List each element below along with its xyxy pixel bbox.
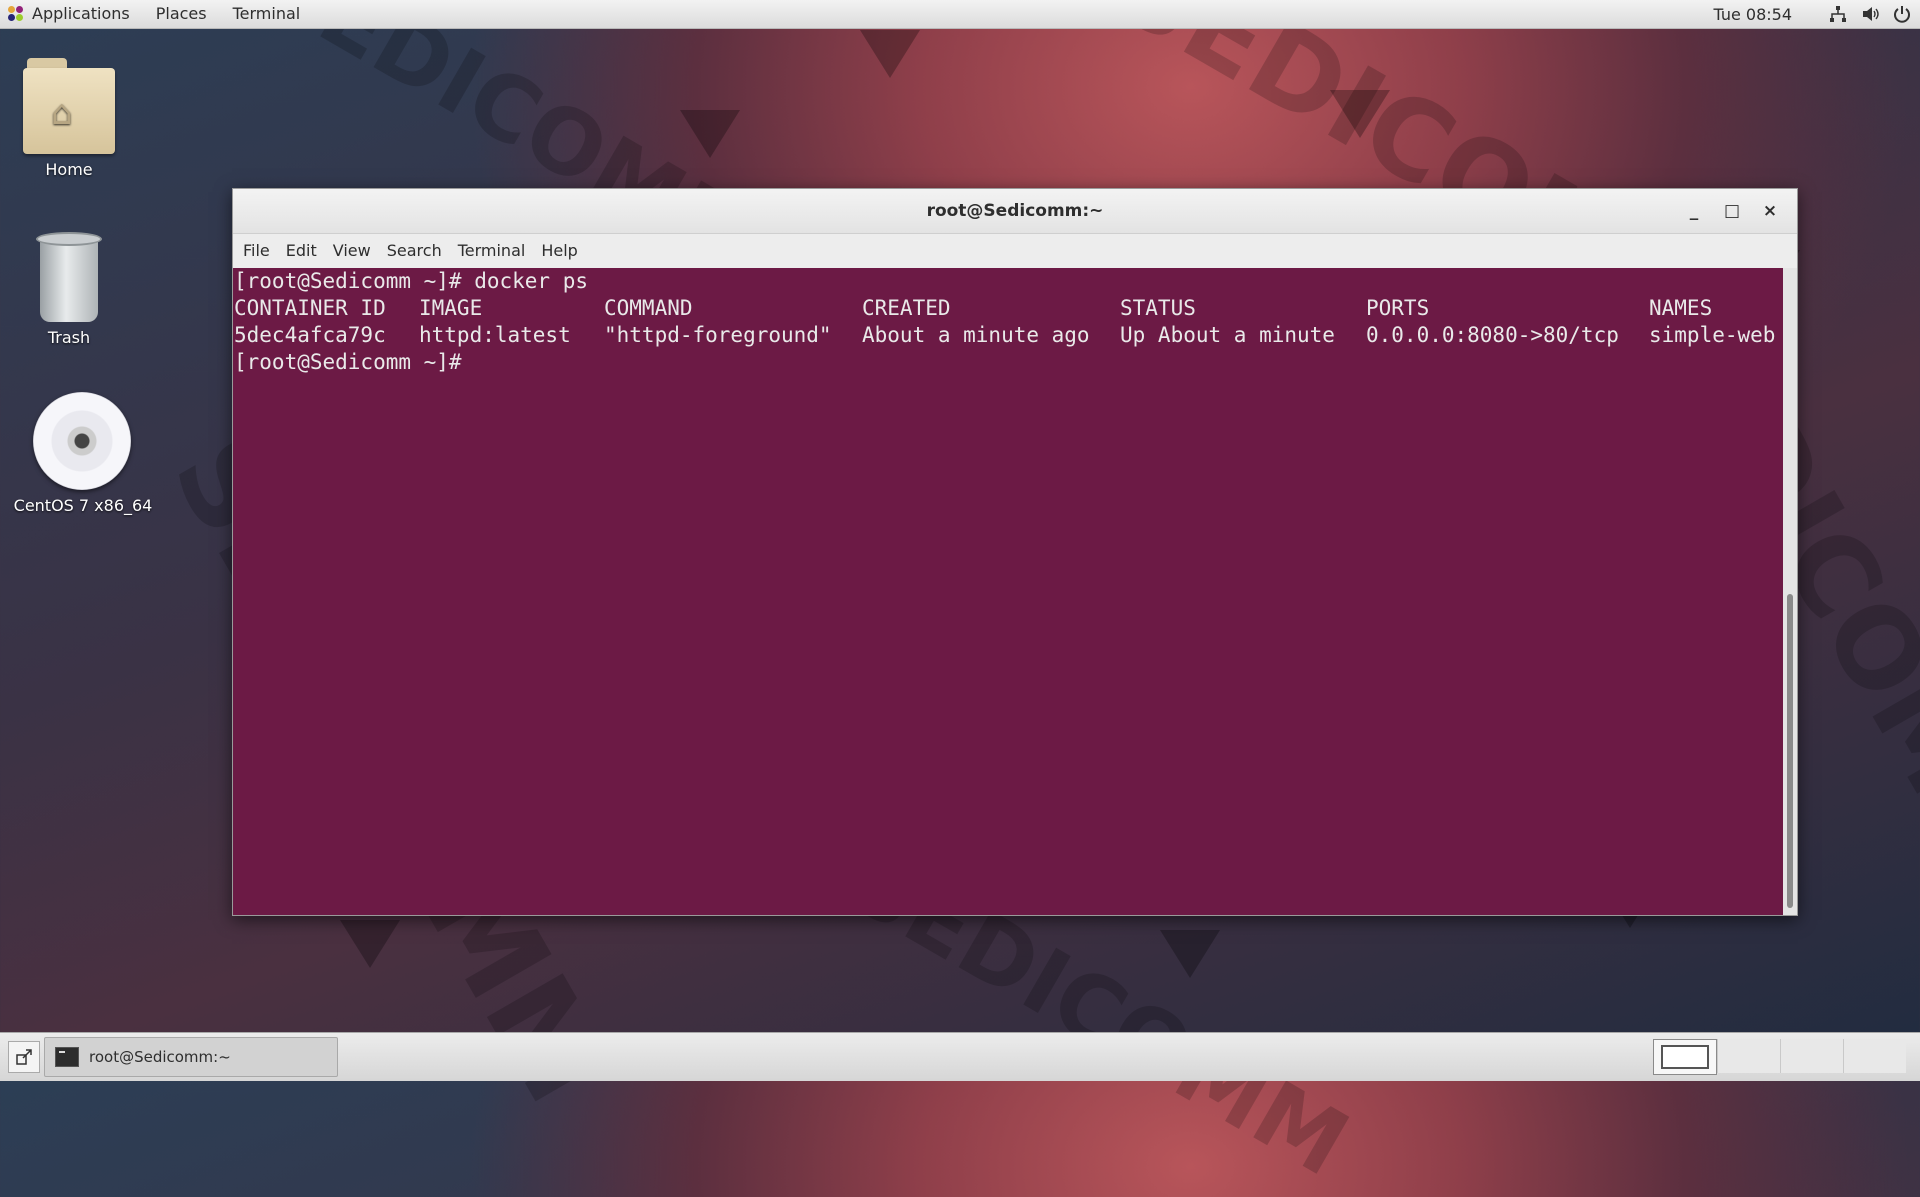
bottom-taskbar: root@Sedicomm:~ [0, 1032, 1920, 1081]
workspace-switcher [1653, 1039, 1906, 1075]
cell-ports: 0.0.0.0:8080->80/tcp [1366, 323, 1619, 347]
centos-logo-icon [8, 6, 24, 22]
cell-container-id: 5dec4afca79c [234, 323, 386, 347]
system-tray: Tue 08:54 [1713, 0, 1912, 28]
workspace-1[interactable] [1653, 1039, 1717, 1075]
trash-icon [36, 232, 102, 322]
taskbar-item-label: root@Sedicomm:~ [89, 1048, 231, 1066]
terminal-app-menu[interactable]: Terminal [220, 0, 314, 28]
desktop-icon-label: CentOS 7 x86_64 [13, 496, 153, 515]
menu-view[interactable]: View [325, 234, 379, 268]
terminal-window[interactable]: root@Sedicomm:~ _ □ × File Edit View Sea… [232, 188, 1798, 916]
cell-status: Up About a minute [1120, 323, 1335, 347]
terminal-output[interactable]: [root@Sedicomm ~]# docker ps CONTAINER I… [233, 268, 1783, 915]
places-menu[interactable]: Places [143, 0, 220, 28]
scrollbar-thumb[interactable] [1787, 594, 1793, 908]
menu-edit[interactable]: Edit [278, 234, 325, 268]
taskbar-item-terminal[interactable]: root@Sedicomm:~ [44, 1037, 338, 1077]
window-title: root@Sedicomm:~ [926, 201, 1104, 221]
desktop-icon-label: Home [45, 160, 93, 179]
header-ports: PORTS [1366, 296, 1430, 320]
home-folder-icon: ⌂ [23, 58, 115, 154]
header-status: STATUS [1120, 296, 1196, 320]
close-button[interactable]: × [1751, 196, 1789, 226]
menu-terminal[interactable]: Terminal [450, 234, 534, 268]
cell-created: About a minute ago [862, 323, 1090, 347]
applications-menu[interactable]: Applications [0, 0, 143, 28]
disc-icon [33, 392, 131, 490]
maximize-button[interactable]: □ [1713, 196, 1751, 226]
power-icon[interactable] [1892, 4, 1912, 24]
header-image: IMAGE [419, 296, 483, 320]
workspace-3[interactable] [1780, 1039, 1843, 1073]
workspace-4[interactable] [1843, 1039, 1906, 1073]
applications-label: Applications [32, 4, 130, 23]
terminal-icon [55, 1047, 79, 1067]
header-container-id: CONTAINER ID [234, 296, 386, 320]
volume-icon[interactable] [1860, 4, 1880, 24]
window-titlebar[interactable]: root@Sedicomm:~ _ □ × [233, 189, 1797, 234]
terminal-scrollbar[interactable] [1783, 268, 1797, 915]
menu-help[interactable]: Help [533, 234, 585, 268]
network-icon[interactable] [1828, 4, 1848, 24]
desktop-icon-label: Trash [47, 328, 91, 347]
terminal-command-line: [root@Sedicomm ~]# docker ps [234, 269, 589, 293]
cell-names: simple-web [1649, 323, 1776, 347]
menu-file[interactable]: File [235, 234, 278, 268]
docker-ps-header-row: CONTAINER ID IMAGE COMMAND CREATED STATU… [233, 295, 1783, 322]
top-panel: Applications Places Terminal Tue 08:54 [0, 0, 1920, 29]
desktop-icon-home[interactable]: ⌂ Home [9, 58, 129, 179]
menu-search[interactable]: Search [379, 234, 450, 268]
cell-image: httpd:latest [419, 323, 571, 347]
window-menubar: File Edit View Search Terminal Help [233, 234, 1797, 269]
workspace-2[interactable] [1717, 1039, 1780, 1073]
header-created: CREATED [862, 296, 951, 320]
minimize-button[interactable]: _ [1675, 196, 1713, 226]
show-desktop-icon [16, 1049, 32, 1065]
desktop-icon-trash[interactable]: Trash [9, 232, 129, 347]
docker-ps-container-row: 5dec4afca79c httpd:latest "httpd-foregro… [233, 322, 1783, 349]
header-command: COMMAND [604, 296, 693, 320]
desktop-icon-centos-disc[interactable]: CentOS 7 x86_64 [14, 392, 152, 515]
clock[interactable]: Tue 08:54 [1713, 5, 1792, 24]
header-names: NAMES [1649, 296, 1713, 320]
terminal-prompt-line: [root@Sedicomm ~]# [234, 350, 462, 374]
show-desktop-button[interactable] [8, 1041, 40, 1073]
cell-command: "httpd-foreground" [604, 323, 832, 347]
